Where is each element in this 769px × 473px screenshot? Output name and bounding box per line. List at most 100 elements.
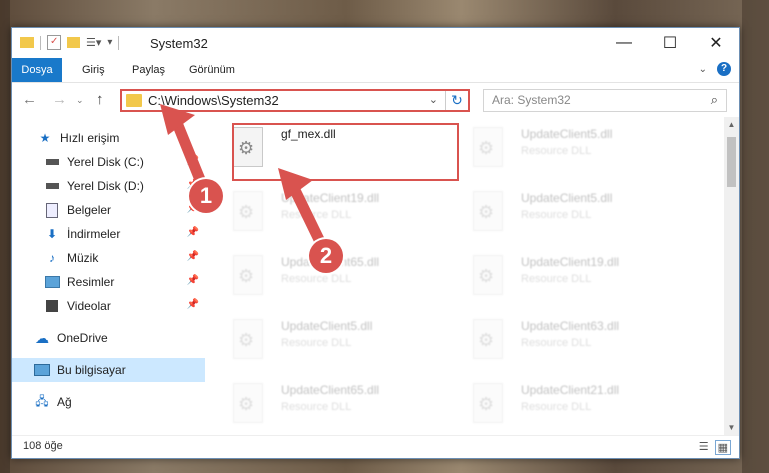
sidebar-item-disk-d[interactable]: Yerel Disk (D:) 📌 [12, 174, 205, 198]
file-explorer-window: ✓ ☰▾ ▾ System32 — ☐ ✕ Dosya Giriş Paylaş… [11, 27, 740, 459]
gear-icon: ⚙ [238, 202, 255, 222]
search-placeholder: Ara: System32 [492, 93, 571, 107]
highlight-box [232, 123, 459, 181]
tab-share[interactable]: Paylaş [132, 58, 165, 82]
up-arrow-icon[interactable]: ↑ [96, 91, 104, 108]
recent-locations-icon[interactable]: ⌄ [76, 95, 84, 106]
pictures-icon [44, 274, 60, 290]
sidebar-item-documents[interactable]: Belgeler 📌 [12, 198, 205, 222]
file-item[interactable]: ⚙ UpdateClient65.dll Resource DLL [215, 379, 435, 435]
back-arrow-icon[interactable]: ← [22, 91, 37, 108]
dll-file-icon: ⚙ [473, 255, 503, 295]
pin-icon[interactable]: 📌 [187, 251, 199, 262]
gear-icon: ⚙ [478, 202, 495, 222]
file-item[interactable]: ⚙ UpdateClient5.dll Resource DLL [455, 123, 675, 179]
file-list: ⚙ gf_mex.dll ⚙ UpdateClient5.dll Resourc… [215, 117, 723, 435]
dll-file-icon: ⚙ [233, 255, 263, 295]
network-icon: 🖧 [35, 393, 49, 408]
sidebar-item-downloads[interactable]: ⬇ İndirmeler 📌 [12, 222, 205, 246]
properties-icon[interactable]: ✓ [47, 35, 61, 50]
address-path[interactable]: C:\Windows\System32 [148, 93, 279, 108]
file-item[interactable]: ⚙ UpdateClient63.dll Resource DLL [455, 315, 675, 371]
documents-icon [44, 202, 60, 218]
chevron-down-icon[interactable]: ▾ [107, 37, 112, 48]
dll-file-icon: ⚙ [473, 319, 503, 359]
sidebar-item-this-pc[interactable]: Bu bilgisayar [12, 358, 205, 382]
folder-icon [126, 94, 142, 107]
sidebar-item-pictures[interactable]: Resimler 📌 [12, 270, 205, 294]
drive-icon [44, 154, 60, 170]
search-input[interactable]: Ara: System32 ⌕ [483, 89, 727, 112]
background-tree [742, 0, 769, 473]
sidebar-item-network[interactable]: 🖧 Ağ [12, 390, 205, 414]
sidebar-item-videos[interactable]: Videolar 📌 [12, 294, 205, 318]
gear-icon: ⚙ [478, 266, 495, 286]
window-controls: — ☐ ✕ [601, 28, 739, 58]
tab-file[interactable]: Dosya [12, 58, 62, 82]
file-item[interactable]: ⚙ UpdateClient5.dll Resource DLL [455, 187, 675, 243]
gear-icon: ⚙ [238, 330, 255, 350]
window-title: System32 [150, 36, 208, 51]
pin-icon[interactable]: 📌 [187, 227, 199, 238]
address-bar[interactable]: C:\Windows\System32 ⌄ ↻ [120, 89, 470, 112]
pin-icon[interactable]: 📌 [187, 275, 199, 286]
customize-toolbar-icon[interactable]: ☰▾ [86, 36, 101, 49]
tiles-view-icon[interactable]: ▦ [714, 440, 731, 455]
star-icon: ★ [39, 131, 51, 145]
sidebar-item-disk-c[interactable]: Yerel Disk (C:) 📌 [12, 150, 205, 174]
tab-home[interactable]: Giriş [82, 58, 105, 82]
step-1-callout: 1 [189, 179, 223, 213]
gear-icon: ⚙ [478, 394, 495, 414]
folder-icon [20, 37, 34, 48]
chevron-down-icon[interactable]: ⌄ [429, 93, 438, 106]
file-item[interactable]: ⚙ UpdateClient21.dll Resource DLL [455, 379, 675, 435]
dll-file-icon: ⚙ [473, 383, 503, 423]
maximize-button[interactable]: ☐ [647, 28, 693, 58]
pin-icon[interactable]: 📌 [187, 299, 199, 310]
dll-file-icon: ⚙ [473, 191, 503, 231]
ribbon: Dosya Giriş Paylaş Görünüm ⌄ ? [12, 58, 739, 83]
dll-file-icon: ⚙ [233, 191, 263, 231]
dll-file-icon: ⚙ [233, 383, 263, 423]
video-icon [44, 298, 60, 314]
item-count: 108 öğe [23, 440, 63, 452]
minimize-button[interactable]: — [601, 28, 647, 58]
new-folder-icon[interactable] [67, 37, 80, 48]
file-item[interactable]: ⚙ UpdateClient19.dll Resource DLL [215, 187, 435, 243]
scroll-up-icon[interactable]: ▲ [724, 120, 739, 129]
sidebar-item-quick-access[interactable]: ★ Hızlı erişim [12, 126, 205, 150]
title-bar: ✓ ☰▾ ▾ System32 — ☐ ✕ [12, 28, 739, 58]
scroll-thumb[interactable] [727, 137, 736, 187]
drive-icon [44, 178, 60, 194]
cloud-icon: ☁ [35, 329, 49, 346]
chevron-down-icon[interactable]: ⌄ [699, 64, 707, 75]
gear-icon: ⚙ [478, 330, 495, 350]
details-view-icon[interactable]: ☰ [699, 440, 709, 455]
vertical-scrollbar[interactable]: ▲ ▼ [724, 117, 739, 435]
sidebar-item-onedrive[interactable]: ☁ OneDrive [12, 326, 205, 350]
sidebar-item-music[interactable]: ♪ Müzik 📌 [12, 246, 205, 270]
step-2-callout: 2 [309, 239, 343, 273]
navigation-bar: ← → ⌄ ↑ C:\Windows\System32 ⌄ ↻ Ara: Sys… [12, 83, 739, 117]
background-tree [0, 0, 10, 473]
download-icon: ⬇ [46, 227, 58, 241]
dll-file-icon: ⚙ [233, 319, 263, 359]
scroll-down-icon[interactable]: ▼ [724, 423, 739, 432]
forward-arrow-icon[interactable]: → [52, 91, 67, 108]
search-icon[interactable]: ⌕ [711, 92, 718, 108]
close-button[interactable]: ✕ [693, 28, 739, 58]
gear-icon: ⚙ [238, 266, 255, 286]
file-item[interactable]: ⚙ UpdateClient5.dll Resource DLL [215, 315, 435, 371]
gear-icon: ⚙ [238, 394, 255, 414]
music-icon: ♪ [49, 251, 55, 265]
tab-view[interactable]: Görünüm [189, 58, 235, 82]
status-bar: 108 öğe ☰ ▦ [12, 435, 739, 458]
gear-icon: ⚙ [478, 138, 495, 158]
refresh-icon[interactable]: ↻ [445, 91, 468, 110]
file-item[interactable]: ⚙ UpdateClient19.dll Resource DLL [455, 251, 675, 307]
dll-file-icon: ⚙ [473, 127, 503, 167]
navigation-pane: ★ Hızlı erişim Yerel Disk (C:) 📌 Yerel D… [12, 117, 205, 435]
pin-icon[interactable]: 📌 [187, 155, 199, 166]
computer-icon [34, 362, 50, 378]
help-icon[interactable]: ? [717, 62, 731, 76]
